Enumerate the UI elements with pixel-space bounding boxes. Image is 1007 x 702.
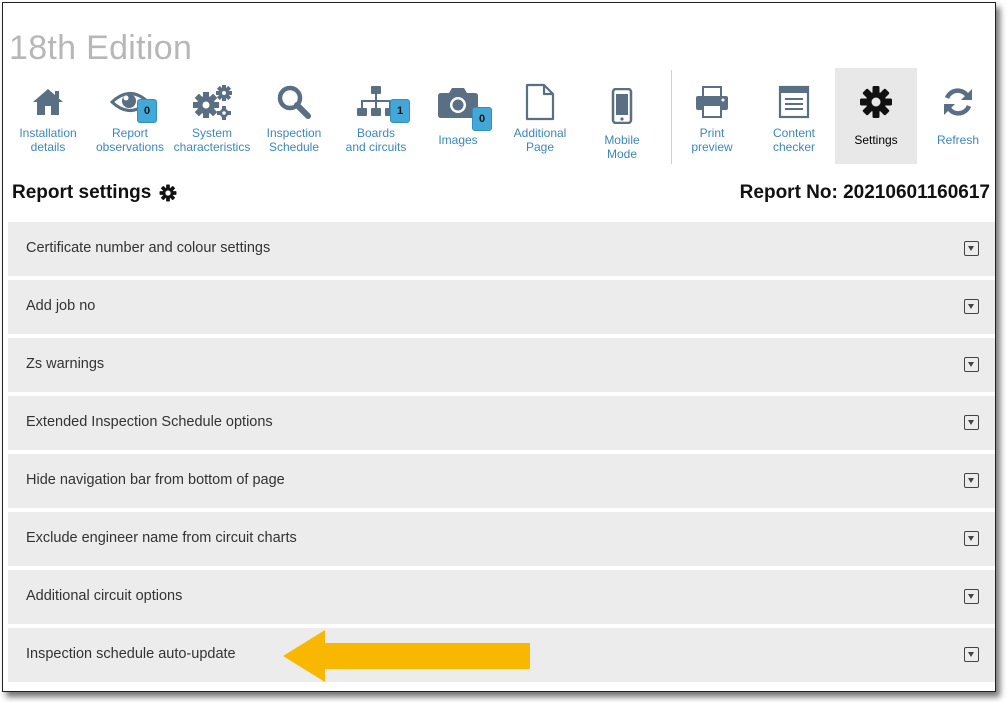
page-title-text: Report settings [12, 182, 152, 203]
mobile-icon [611, 88, 633, 124]
home-icon [33, 89, 63, 115]
tool-inspection-schedule[interactable]: Inspection Schedule [253, 68, 335, 164]
tool-report-observations[interactable]: 0 Report observations [89, 68, 171, 164]
tool-system-characteristics[interactable]: System characteristics [171, 68, 253, 164]
tool-additional-page[interactable]: Additional Page [499, 68, 581, 164]
tool-installation-details[interactable]: Installation details [7, 68, 89, 164]
tool-label: System characteristics [173, 126, 251, 154]
page-title: Report settings [12, 182, 177, 204]
tool-label: Installation details [19, 126, 77, 154]
row-label: Certificate number and colour settings [26, 240, 271, 256]
tool-label: Mobile Mode [604, 133, 640, 161]
row-label: Zs warnings [26, 356, 105, 372]
tool-print-preview[interactable]: Print preview [671, 68, 753, 164]
highlight-arrow-icon [283, 630, 530, 682]
search-icon [277, 85, 311, 119]
gear-icon [159, 184, 177, 202]
tool-boards-and-circuits[interactable]: 1 Boards and circuits [335, 68, 417, 164]
settings-row-exclude-engineer[interactable]: Exclude engineer name from circuit chart… [8, 512, 995, 566]
cogs-icon [193, 85, 232, 120]
main-toolbar: Installation details 0 Report observatio… [7, 68, 995, 164]
row-label: Hide navigation bar from bottom of page [26, 472, 285, 488]
settings-row-add-job-no[interactable]: Add job no [8, 280, 995, 334]
settings-row-hide-navigation[interactable]: Hide navigation bar from bottom of page [8, 454, 995, 508]
settings-row-zs-warnings[interactable]: Zs warnings [8, 338, 995, 392]
caret-down-icon[interactable] [964, 473, 979, 488]
refresh-icon [944, 88, 972, 116]
tool-refresh[interactable]: Refresh [917, 68, 995, 164]
caret-down-icon[interactable] [964, 241, 979, 256]
tool-label: Settings [854, 133, 898, 147]
caret-down-icon[interactable] [964, 357, 979, 372]
tool-label: Images [438, 133, 478, 147]
row-label: Exclude engineer name from circuit chart… [26, 530, 297, 546]
app-window: 18th Edition Installation details 0 Repo… [2, 2, 996, 692]
settings-row-additional-circuit[interactable]: Additional circuit options [8, 570, 995, 624]
tool-label: Refresh [936, 133, 980, 147]
caret-down-icon[interactable] [964, 531, 979, 546]
tool-label: Content checker [772, 126, 816, 154]
row-label: Add job no [26, 298, 96, 314]
tool-settings[interactable]: Settings [835, 68, 917, 164]
edition-title: 18th Edition [9, 29, 193, 67]
settings-row-certificate-number[interactable]: Certificate number and colour settings [8, 222, 995, 276]
tool-label: Inspection Schedule [266, 126, 322, 154]
boards-count-badge: 1 [390, 99, 410, 123]
observations-count-badge: 0 [137, 99, 157, 123]
file-icon [525, 83, 555, 121]
tool-label: Additional Page [513, 126, 567, 154]
tool-label: Report observations [95, 126, 165, 154]
tool-mobile-mode[interactable]: Mobile Mode [581, 68, 663, 164]
tool-label: Print preview [691, 126, 733, 154]
tool-content-checker[interactable]: Content checker [753, 68, 835, 164]
row-label: Additional circuit options [26, 588, 183, 604]
row-label: Extended Inspection Schedule options [26, 414, 273, 430]
print-icon [696, 86, 728, 118]
caret-down-icon[interactable] [964, 415, 979, 430]
gear-icon [860, 86, 892, 118]
report-number: Report No: 20210601160617 [739, 182, 990, 203]
checklist-icon [778, 85, 810, 119]
tool-label: Boards and circuits [345, 126, 407, 154]
caret-down-icon[interactable] [964, 589, 979, 604]
caret-down-icon[interactable] [964, 647, 979, 662]
settings-row-extended-inspection[interactable]: Extended Inspection Schedule options [8, 396, 995, 450]
caret-down-icon[interactable] [964, 299, 979, 314]
tool-images[interactable]: 0 Images [417, 68, 499, 164]
images-count-badge: 0 [472, 107, 492, 131]
row-label: Inspection schedule auto-update [26, 646, 236, 662]
